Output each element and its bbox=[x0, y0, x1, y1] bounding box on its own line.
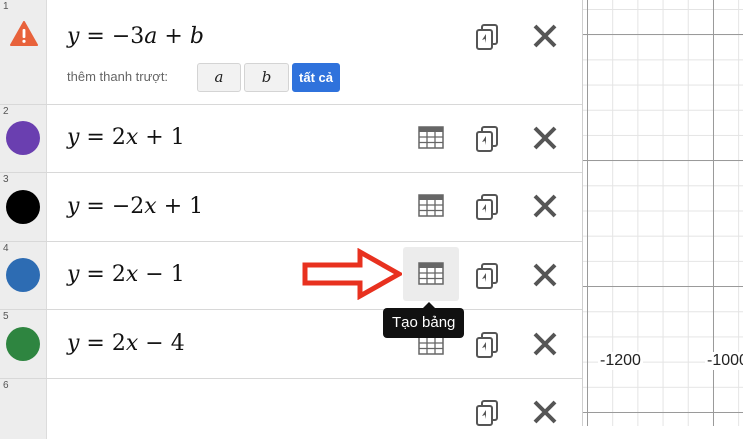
add-all-sliders-button[interactable]: tất cả bbox=[292, 63, 340, 92]
x-tick-label: -1000 bbox=[705, 352, 743, 370]
major-gridline bbox=[587, 0, 588, 426]
expression-row-4[interactable]: 4 y = 2x − 1 bbox=[0, 242, 582, 310]
major-gridline bbox=[583, 412, 743, 413]
expression-formula[interactable]: y = −2x + 1 bbox=[67, 194, 203, 219]
row-number: 4 bbox=[3, 243, 9, 254]
expression-formula[interactable]: y = 2x + 1 bbox=[67, 125, 185, 150]
warning-icon[interactable] bbox=[10, 21, 38, 46]
duplicate-icon[interactable] bbox=[471, 121, 505, 155]
row-gutter: 5 bbox=[0, 310, 47, 378]
add-slider-a-button[interactable]: a bbox=[197, 63, 241, 92]
duplicate-icon[interactable] bbox=[471, 258, 505, 292]
duplicate-icon[interactable] bbox=[471, 395, 505, 429]
delete-icon[interactable] bbox=[528, 121, 562, 155]
color-swatch[interactable] bbox=[6, 190, 40, 224]
row-gutter: 1 bbox=[0, 0, 47, 104]
row-gutter: 2 bbox=[0, 105, 47, 172]
expression-formula[interactable]: y = 2x − 4 bbox=[67, 331, 185, 356]
delete-icon[interactable] bbox=[528, 19, 562, 53]
delete-icon[interactable] bbox=[528, 395, 562, 429]
duplicate-icon[interactable] bbox=[471, 327, 505, 361]
create-table-tooltip: Tạo bảng bbox=[383, 308, 465, 338]
expression-row-3[interactable]: 3 y = −2x + 1 bbox=[0, 173, 582, 242]
row-number: 2 bbox=[3, 106, 9, 117]
row-gutter: 3 bbox=[0, 173, 47, 241]
table-icon[interactable] bbox=[414, 121, 448, 155]
table-icon[interactable] bbox=[414, 189, 448, 223]
x-tick-label: -1200 bbox=[598, 352, 643, 370]
expression-row-5[interactable]: 5 y = 2x − 4 bbox=[0, 310, 582, 379]
duplicate-icon[interactable] bbox=[471, 19, 505, 53]
row-number: 6 bbox=[3, 380, 9, 391]
delete-icon[interactable] bbox=[528, 327, 562, 361]
delete-icon[interactable] bbox=[528, 258, 562, 292]
major-gridline bbox=[583, 34, 743, 35]
add-slider-b-button[interactable]: b bbox=[244, 63, 289, 92]
row-gutter: 6 bbox=[0, 379, 47, 439]
row-number: 3 bbox=[3, 174, 9, 185]
expression-row-6[interactable]: 6 bbox=[0, 379, 582, 439]
color-swatch[interactable] bbox=[6, 121, 40, 155]
row-number: 1 bbox=[3, 1, 9, 12]
expression-row-2[interactable]: 2 y = 2x + 1 bbox=[0, 105, 582, 173]
graph-canvas[interactable]: -1200 -1000 bbox=[583, 0, 743, 426]
duplicate-icon[interactable] bbox=[471, 189, 505, 223]
slider-hint-label: thêm thanh trượt: bbox=[67, 69, 169, 84]
expression-row-1[interactable]: 1 y = −3a + b thêm thanh trượt: a b tất … bbox=[0, 0, 582, 105]
expression-formula[interactable]: y = −3a + b bbox=[67, 24, 204, 49]
major-gridline bbox=[583, 286, 743, 287]
row-gutter: 4 bbox=[0, 242, 47, 309]
expression-formula[interactable]: y = 2x − 1 bbox=[67, 262, 185, 287]
delete-icon[interactable] bbox=[528, 189, 562, 223]
color-swatch[interactable] bbox=[6, 327, 40, 361]
major-gridline bbox=[583, 160, 743, 161]
color-swatch[interactable] bbox=[6, 258, 40, 292]
annotation-arrow-icon bbox=[302, 248, 402, 300]
create-table-button[interactable] bbox=[403, 247, 459, 301]
row-number: 5 bbox=[3, 311, 9, 322]
expression-list: 1 y = −3a + b thêm thanh trượt: a b tất … bbox=[0, 0, 583, 439]
table-icon bbox=[418, 262, 444, 285]
